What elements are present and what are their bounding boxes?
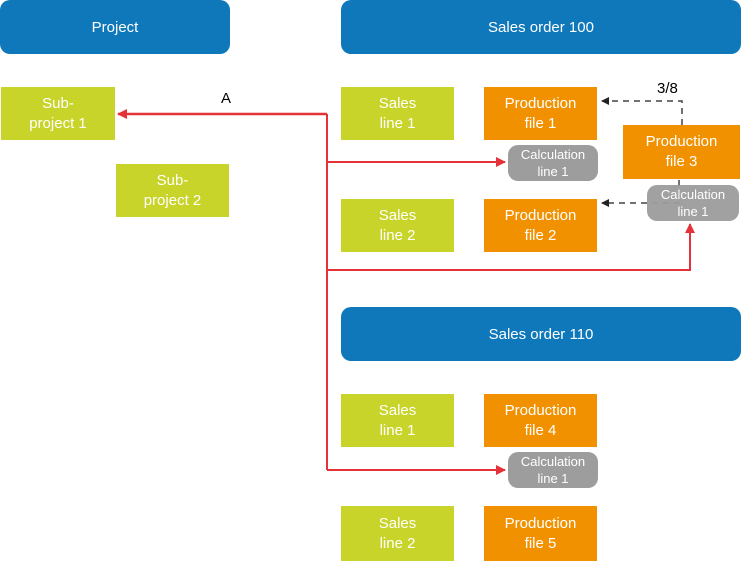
- so110-sales-line-2[interactable]: Sales line 2: [341, 506, 454, 561]
- so110-calculation-line-1[interactable]: Calculation line 1: [508, 452, 598, 488]
- production-file-2[interactable]: Production file 2: [484, 199, 597, 252]
- subproject-2[interactable]: Sub- project 2: [116, 164, 229, 217]
- so100-sales-line-1[interactable]: Sales line 1: [341, 87, 454, 140]
- so100-sales-line-2[interactable]: Sales line 2: [341, 199, 454, 252]
- connectors: [117, 97, 695, 475]
- production-file-1[interactable]: Production file 1: [484, 87, 597, 140]
- subproject-1[interactable]: Sub- project 1: [1, 87, 115, 140]
- project-header[interactable]: Project: [0, 0, 230, 54]
- so110-sales-line-1[interactable]: Sales line 1: [341, 394, 454, 447]
- production-file-4[interactable]: Production file 4: [484, 394, 597, 447]
- fraction-label: 3/8: [657, 80, 678, 97]
- production-file-3[interactable]: Production file 3: [623, 125, 740, 179]
- dashed-arrow-to-pf1: [601, 97, 683, 125]
- so100-calculation-line-1[interactable]: Calculation line 1: [508, 145, 598, 181]
- arrow-label-a: A: [221, 90, 232, 107]
- pf3-calculation-line-1[interactable]: Calculation line 1: [647, 185, 739, 221]
- sales-order-110-header[interactable]: Sales order 110: [341, 307, 741, 361]
- production-file-5[interactable]: Production file 5: [484, 506, 597, 561]
- sales-order-100-header[interactable]: Sales order 100: [341, 0, 741, 54]
